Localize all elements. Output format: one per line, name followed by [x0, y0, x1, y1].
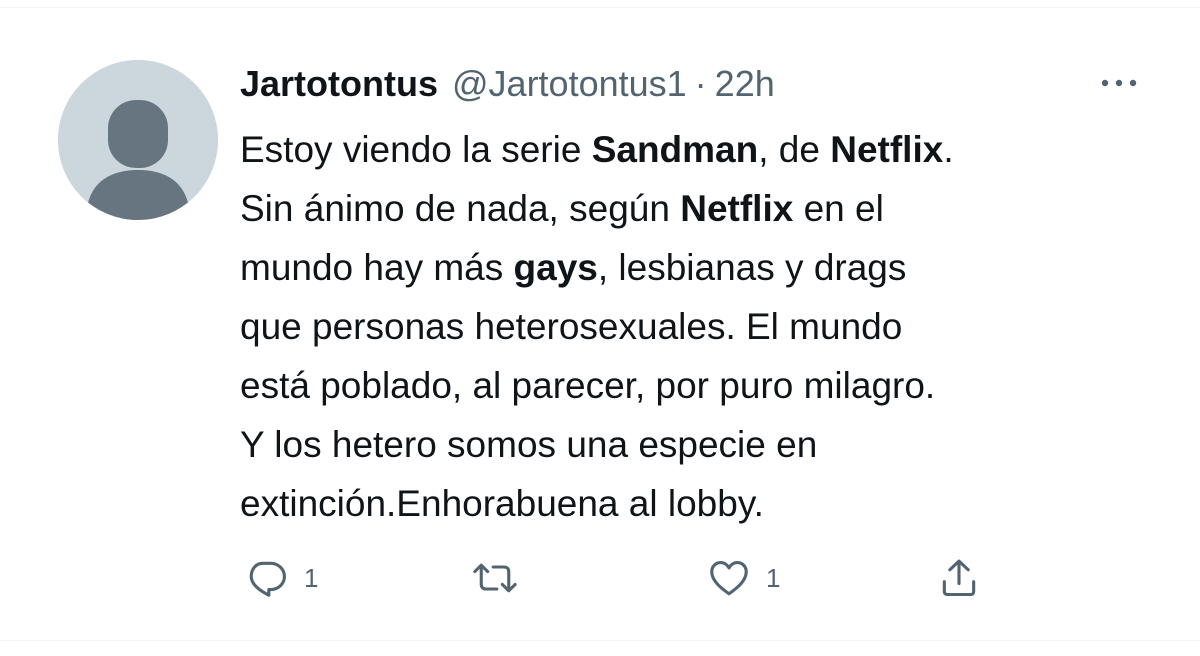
heart-icon	[710, 561, 748, 596]
tweet-header: Jartotontus @Jartotontus1 · 22h	[240, 62, 775, 106]
tweet-text-run: en el	[793, 188, 884, 229]
author-display-name[interactable]: Jartotontus	[240, 63, 438, 105]
more-options-button[interactable]	[1096, 70, 1142, 96]
reply-icon	[249, 561, 286, 597]
tweet-text-run: Sin ánimo de nada, según	[240, 188, 681, 229]
tweet-text-run: está poblado, al parecer, por puro milag…	[240, 365, 936, 406]
tweet-text-line: está poblado, al parecer, por puro milag…	[240, 356, 1180, 415]
like-count: 1	[766, 562, 781, 593]
top-divider	[0, 0, 1200, 8]
avatar[interactable]	[58, 60, 218, 220]
tweet-text-bold-run: Sandman	[591, 129, 759, 170]
tweet-text-line: extinción.Enhorabuena al lobby.	[240, 474, 1180, 533]
separator-dot: ·	[694, 63, 707, 104]
reply-count: 1	[304, 562, 319, 593]
tweet-text-bold-run: Netflix	[830, 129, 944, 170]
tweet-text: Estoy viendo la serie Sandman, de Netfli…	[240, 120, 1180, 533]
tweet-text-run: Estoy viendo la serie	[240, 129, 592, 170]
tweet-timestamp[interactable]: 22h	[715, 63, 775, 105]
tweet-text-bold-run: gays	[513, 247, 598, 288]
tweet-text-run: extinción.Enhorabuena al lobby.	[240, 483, 764, 524]
tweet-text-line: Y los hetero somos una especie en	[240, 415, 1180, 474]
tweet-text-line: Estoy viendo la serie Sandman, de Netfli…	[240, 120, 1180, 179]
tweet-text-line: que personas heterosexuales. El mundo	[240, 297, 1180, 356]
bottom-divider	[0, 640, 1200, 641]
tweet-text-line: mundo hay más gays, lesbianas y drags	[240, 238, 1180, 297]
tweet-text-run: , lesbianas y drags	[597, 247, 907, 288]
tweet-text-bold-run: Netflix	[680, 188, 794, 229]
tweet-text-run: mundo hay más	[240, 247, 514, 288]
more-dots-icon	[1101, 79, 1137, 87]
tweet-text-run: .	[943, 129, 954, 170]
tweet-text-run: , de	[758, 129, 831, 170]
default-avatar-icon	[58, 60, 218, 220]
share-button[interactable]	[936, 556, 982, 600]
tweet-text-run: que personas heterosexuales. El mundo	[240, 306, 903, 347]
like-button[interactable]: 1	[706, 556, 780, 600]
retweet-icon	[473, 563, 517, 593]
reply-button[interactable]: 1	[244, 556, 318, 600]
author-handle[interactable]: @Jartotontus1	[452, 63, 687, 105]
tweet-text-line: Sin ánimo de nada, según Netflix en el	[240, 179, 1180, 238]
share-icon	[942, 559, 976, 597]
retweet-button[interactable]	[470, 556, 534, 600]
tweet-actions-bar: 1 1	[240, 556, 1000, 600]
tweet-text-run: Y los hetero somos una especie en	[240, 424, 818, 465]
